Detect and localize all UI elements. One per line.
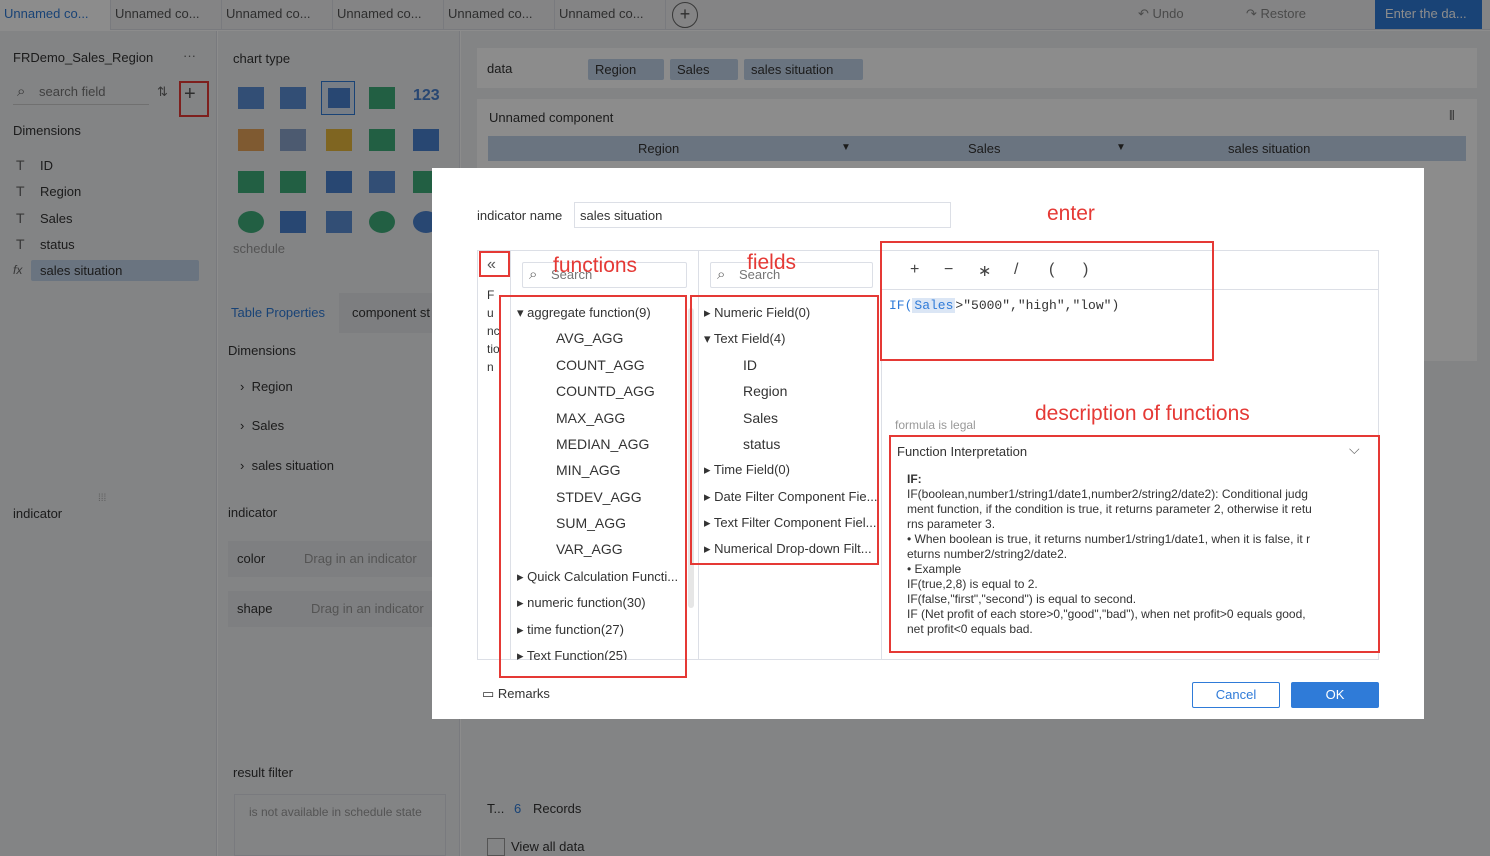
formula-status: formula is legal bbox=[895, 418, 976, 432]
annotation-box-enter bbox=[880, 241, 1214, 361]
ok-button[interactable]: OK bbox=[1291, 682, 1379, 708]
annotation-functions: functions bbox=[553, 254, 638, 277]
annotation-fields: fields bbox=[747, 251, 797, 274]
annotation-box-description bbox=[889, 435, 1380, 653]
comment-icon: ▭ bbox=[482, 686, 498, 701]
cancel-button[interactable]: Cancel bbox=[1192, 682, 1280, 708]
annotation-box-collapse bbox=[479, 251, 510, 277]
remarks-button[interactable]: ▭ Remarks bbox=[482, 686, 550, 702]
search-icon: ⌕ bbox=[529, 266, 538, 283]
indicator-name-label: indicator name bbox=[477, 208, 563, 223]
annotation-description: description of functions bbox=[1035, 402, 1250, 425]
annotation-enter: enter bbox=[1047, 202, 1095, 225]
annotation-box-fields bbox=[690, 295, 879, 565]
indicator-name-input[interactable] bbox=[574, 202, 951, 228]
annotation-box-functions bbox=[499, 295, 687, 678]
search-icon: ⌕ bbox=[717, 266, 726, 283]
